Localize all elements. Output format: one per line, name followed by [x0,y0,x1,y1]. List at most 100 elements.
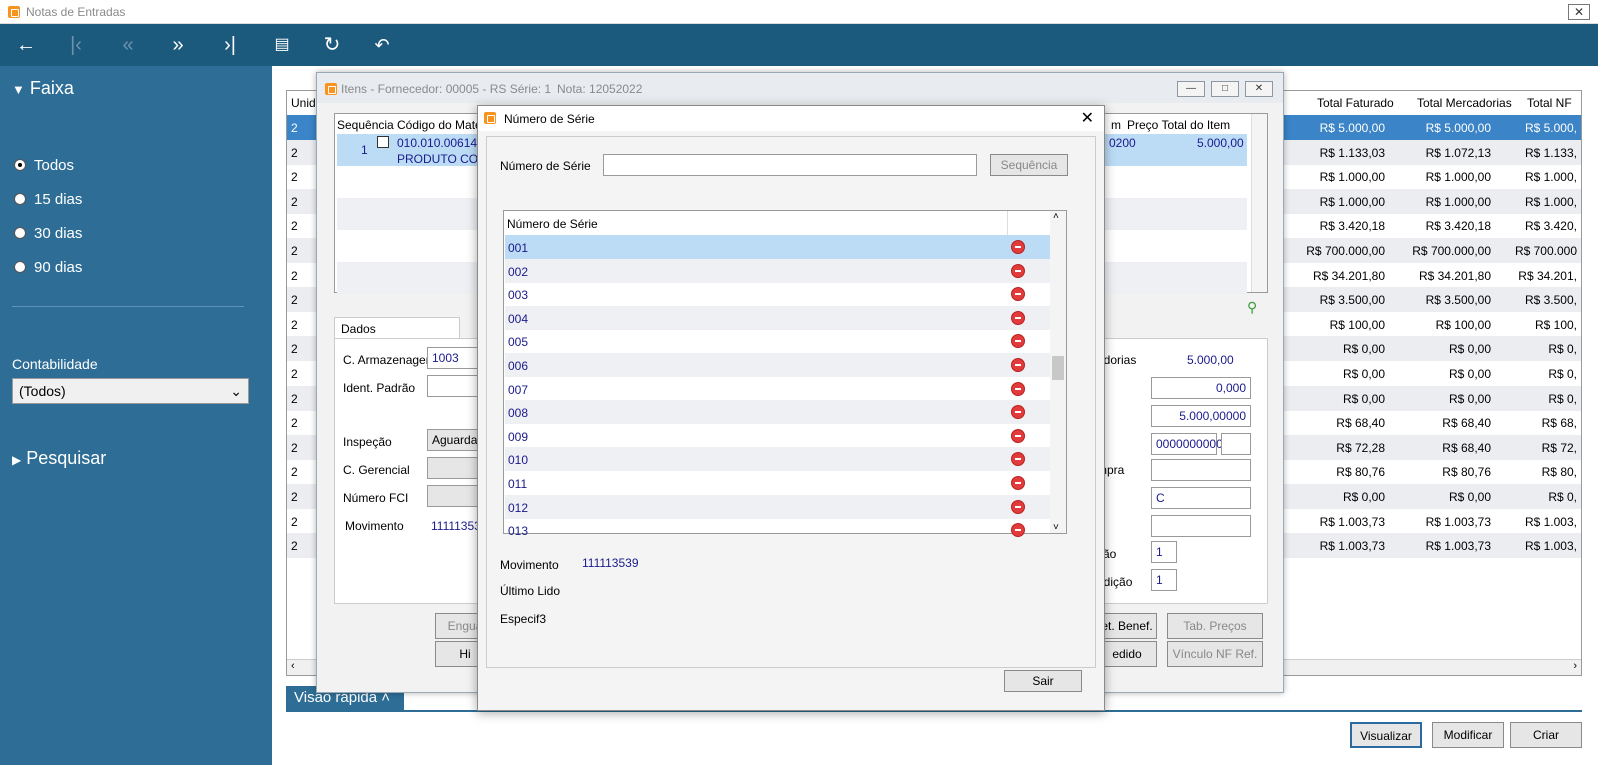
previous-icon[interactable]: « [114,32,142,58]
delete-icon[interactable] [1011,476,1025,490]
field-6[interactable]: 1 [1151,569,1177,591]
radio-todos[interactable]: Todos [14,157,74,174]
col-header-m[interactable]: m [1111,118,1121,132]
delete-icon[interactable] [1011,428,1025,443]
label-gerencial: C. Gerencial [343,463,410,477]
benef-button[interactable]: et. Benef. [1097,613,1157,639]
list-item[interactable]: 010 [505,447,1057,472]
col-header-nf[interactable]: Total NF [1527,96,1572,110]
radio-30-dias[interactable]: 30 dias [14,225,82,242]
col-header-numero-serie[interactable]: Número de Série [507,217,598,231]
zoom-icon[interactable]: ⚲ [1247,299,1257,316]
radio-90-dias[interactable]: 90 dias [14,259,82,276]
list-item[interactable]: 008 [505,400,1057,425]
scroll-up-icon[interactable]: ˄ [1053,211,1059,222]
delete-icon[interactable] [1011,240,1025,254]
field-1[interactable]: 0,000 [1151,377,1251,399]
visualizar-button[interactable]: Visualizar [1350,722,1422,748]
numero-serie-input[interactable] [603,154,977,176]
field-c[interactable]: C [1151,487,1251,509]
chart-icon[interactable]: ▤ [268,32,296,58]
delete-icon[interactable] [1011,358,1025,372]
close-icon[interactable]: ✕ [1081,108,1094,128]
refresh-icon[interactable]: ↻ [318,32,346,58]
app-icon [484,112,496,124]
pedido-button[interactable]: edido [1097,641,1157,667]
sair-button[interactable]: Sair [1004,670,1082,692]
list-item[interactable]: 012 [505,494,1057,519]
col-header-codigo[interactable]: Código do Materi [397,118,488,132]
row-seq: 1 [361,143,368,157]
label-especif3: Especif3 [500,612,547,626]
delete-icon[interactable] [1011,263,1025,278]
tab-precos-button[interactable]: Tab. Preços [1167,613,1263,639]
col-header-sequencia[interactable]: Sequência [337,118,394,132]
col-header-preco[interactable]: Preço Total do Item [1127,118,1230,132]
list-item[interactable]: 007 [505,377,1057,401]
last-record-icon[interactable]: ›| [216,32,244,58]
delete-icon[interactable] [1011,523,1025,538]
col-header-unid[interactable]: Unid [291,96,316,110]
delete-icon[interactable] [1011,334,1025,349]
first-record-icon[interactable]: |‹ [62,32,90,58]
cell-n: R$ 72, [1541,440,1577,455]
window-close-button[interactable]: ✕ [1568,4,1590,20]
app-icon [325,83,337,95]
delete-icon[interactable] [1011,310,1025,325]
next-icon[interactable]: » [164,32,192,58]
delete-icon[interactable] [1011,452,1025,467]
delete-icon[interactable] [1011,499,1025,514]
modificar-button[interactable]: Modificar [1432,722,1504,748]
window-titlebar: Notas de Entradas ✕ [0,0,1598,24]
undo-list-icon[interactable]: ↶ [368,32,396,58]
cell-n: R$ 68, [1541,416,1577,431]
scroll-right-icon[interactable]: › [1573,660,1577,672]
list-item[interactable]: 003 [505,282,1057,306]
triangle-down-icon: ▼ [12,82,25,97]
cell-m: R$ 1.000,00 [1425,170,1491,185]
scroll-down-icon[interactable]: ˅ [1053,522,1059,533]
field-5[interactable]: 1 [1151,541,1177,563]
field-3[interactable]: 0000000000 [1151,433,1223,455]
cell-f: R$ 80,76 [1336,465,1385,480]
tab-dados-complementares[interactable]: Dados Complementares [334,317,460,350]
list-item[interactable]: 006 [505,353,1057,377]
list-item[interactable]: 002 [505,258,1057,283]
col-header-faturado[interactable]: Total Faturado [1317,96,1394,110]
criar-button[interactable]: Criar [1510,722,1582,748]
serie-number: 008 [508,406,529,421]
pesquisar-section[interactable]: ▶ Pesquisar [12,448,106,469]
vertical-scrollbar[interactable]: ˄ ˅ [1050,211,1066,533]
delete-icon[interactable] [1011,381,1025,396]
list-item[interactable]: 013 [505,518,1057,542]
field-empty[interactable] [1151,515,1251,537]
vinculo-button[interactable]: Vínculo NF Ref. [1167,641,1263,667]
contabilidade-select[interactable]: (Todos) ⌄ [12,378,249,404]
scroll-left-icon[interactable]: ‹ [291,660,295,672]
row-checkbox[interactable] [377,136,389,148]
close-icon[interactable]: ✕ [1245,81,1273,97]
field-3b[interactable] [1221,433,1251,455]
list-item[interactable]: 005 [505,329,1057,353]
col-header-mercadorias[interactable]: Total Mercadorias [1417,96,1512,110]
serie-list[interactable]: Número de Série 001 002 003 004 005 006 007 008… [503,210,1067,538]
minimize-icon[interactable]: — [1177,81,1205,97]
delete-icon[interactable] [1011,405,1025,420]
itens-title: Itens - Fornecedor: 00005 - RS Série: 1 [341,82,552,96]
vertical-scrollbar[interactable] [1251,114,1267,292]
radio-15-dias[interactable]: 15 dias [14,191,82,208]
compra-field[interactable] [1151,459,1251,481]
arrow-left-icon[interactable]: ← [12,32,40,58]
faixa-section[interactable]: ▼ Faixa [12,78,74,99]
field-2[interactable]: 5.000,00000 [1151,405,1251,427]
list-item[interactable]: 011 [505,471,1057,495]
list-item[interactable]: 004 [505,305,1057,330]
list-item[interactable]: 009 [505,424,1057,448]
scroll-thumb[interactable] [1052,356,1064,380]
restore-icon[interactable]: □ [1211,81,1239,97]
delete-icon[interactable] [1011,287,1025,302]
label-armazenagem: C. Armazenagem [343,353,436,367]
sequencia-button[interactable]: Sequência [990,154,1068,176]
window-title: Notas de Entradas [26,5,126,19]
list-item[interactable]: 001 [505,235,1057,259]
